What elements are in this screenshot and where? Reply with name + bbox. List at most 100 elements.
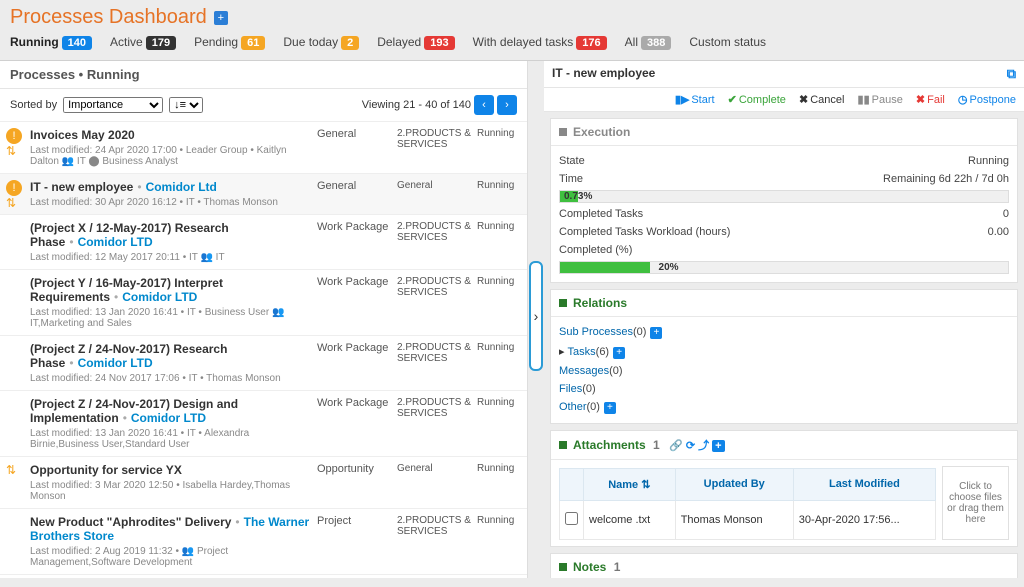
process-row[interactable]: New Product "Aphrodites" Delivery•The Wa… xyxy=(0,509,527,575)
processes-list-panel: Processes • Running Sorted by Importance… xyxy=(0,61,528,578)
add-dashboard-icon[interactable]: + xyxy=(214,11,228,25)
attach-checkbox-header[interactable] xyxy=(560,469,584,501)
add-icon[interactable]: + xyxy=(613,347,625,359)
attachment-name: welcome .txt xyxy=(584,500,676,539)
time-value: Remaining 6d 22h / 7d 0h xyxy=(883,173,1009,185)
relation-other[interactable]: Other(0)+ xyxy=(559,398,1009,417)
col-name[interactable]: Name ⇅ xyxy=(584,469,676,501)
postpone-button[interactable]: ◷Postpone xyxy=(958,93,1016,106)
detail-title: IT - new employee xyxy=(552,66,655,82)
cancel-button[interactable]: ✖Cancel xyxy=(799,93,844,106)
col-last-modified[interactable]: Last Modified xyxy=(793,469,935,501)
process-row[interactable]: !⇅IT - new employee•Comidor LtdLast modi… xyxy=(0,174,527,215)
priority-icon: ! xyxy=(6,180,22,196)
attachments-heading: Attachments xyxy=(573,438,646,452)
tab-running[interactable]: Running140 xyxy=(10,35,92,50)
row-meta: Last modified: 2 Aug 2019 11:32 • 👥 Proj… xyxy=(30,546,317,568)
process-row[interactable]: (Project Y / 16-May-2017) Interpret Requ… xyxy=(0,270,527,336)
completed-pct-bar: 20% xyxy=(559,261,1009,274)
tab-pending[interactable]: Pending61 xyxy=(194,35,265,50)
row-category: General xyxy=(397,463,477,502)
org-link[interactable]: Comidor Ltd xyxy=(146,180,217,194)
attachments-section: Attachments 1 🔗 ⟳ ⤴ + Name ⇅ Updated By … xyxy=(550,430,1018,547)
process-row[interactable]: (Project X / 12-May-2017) Research Phase… xyxy=(0,215,527,270)
attachments-count: 1 xyxy=(653,438,660,452)
relation-tasks[interactable]: ▸Tasks(6)+ xyxy=(559,342,1009,362)
tab-delayed[interactable]: Delayed193 xyxy=(377,35,454,50)
sort-direction-select[interactable]: ↓≡ xyxy=(169,97,203,113)
fail-button[interactable]: ✖Fail xyxy=(916,93,945,106)
time-label: Time xyxy=(559,173,583,185)
org-link[interactable]: Comidor LTD xyxy=(131,411,206,425)
row-type: Opportunity xyxy=(317,463,397,502)
list-title: Processes • Running xyxy=(0,61,527,89)
popout-icon[interactable]: ⧉ xyxy=(1007,66,1016,82)
upload-icon[interactable]: ⤴ xyxy=(698,440,709,452)
process-row[interactable]: (Project Z / 24-Nov-2017) Research Phase… xyxy=(0,336,527,391)
state-value: Running xyxy=(968,155,1009,167)
time-progress-bar: 0.73% xyxy=(559,190,1009,203)
detail-actions: ▮▶Start ✔Complete ✖Cancel ▮▮Pause ✖Fail … xyxy=(544,88,1024,112)
attachment-checkbox[interactable] xyxy=(565,512,578,525)
completed-workload-label: Completed Tasks Workload (hours) xyxy=(559,226,730,238)
process-row[interactable]: ⇅Opportunity for service YXLast modified… xyxy=(0,457,527,509)
row-state: Running xyxy=(477,128,519,167)
row-meta: Last modified: 13 Jan 2020 16:41 • IT • … xyxy=(30,428,317,450)
refresh-icon[interactable]: ⟳ xyxy=(686,440,695,452)
org-link[interactable]: Comidor LTD xyxy=(78,235,153,249)
tab-custom-status[interactable]: Custom status xyxy=(689,35,766,49)
row-state: Running xyxy=(477,180,519,208)
row-category: 2.PRODUCTS & SERVICES xyxy=(397,515,477,568)
priority-icon: ! xyxy=(6,128,22,144)
detail-panel: IT - new employee ⧉ ▮▶Start ✔Complete ✖C… xyxy=(544,61,1024,578)
tab-with-delayed-tasks[interactable]: With delayed tasks176 xyxy=(473,35,607,50)
add-icon[interactable]: + xyxy=(650,327,662,339)
row-meta: Last modified: 12 May 2017 20:11 • IT 👥 … xyxy=(30,252,317,263)
org-link[interactable]: Comidor LTD xyxy=(78,356,153,370)
relation-messages[interactable]: Messages(0) xyxy=(559,362,1009,380)
row-category: 2.PRODUCTS & SERVICES xyxy=(397,342,477,384)
row-type: Work Package xyxy=(317,342,397,384)
complete-button[interactable]: ✔Complete xyxy=(728,93,786,106)
process-row[interactable]: Training on GDPR•Comidor LTDLast modifie… xyxy=(0,575,527,578)
add-icon[interactable]: + xyxy=(604,402,616,414)
add-attachment-icon[interactable]: + xyxy=(712,440,724,452)
row-state: Running xyxy=(477,342,519,384)
relation-files[interactable]: Files(0) xyxy=(559,380,1009,398)
tab-active[interactable]: Active179 xyxy=(110,35,176,50)
sort-field-select[interactable]: Importance xyxy=(63,97,163,113)
splitter[interactable]: › xyxy=(528,61,544,578)
link-icon[interactable]: 🔗 xyxy=(669,440,683,452)
sort-icon[interactable]: ⇅ xyxy=(6,463,16,477)
row-type: Work Package xyxy=(317,221,397,263)
attachment-row[interactable]: welcome .txt Thomas Monson 30-Apr-2020 1… xyxy=(560,500,936,539)
tab-all[interactable]: All388 xyxy=(625,35,672,50)
state-label: State xyxy=(559,155,585,167)
row-state: Running xyxy=(477,397,519,450)
sort-icon[interactable]: ⇅ xyxy=(6,144,16,158)
relation-sub-processes[interactable]: Sub Processes(0)+ xyxy=(559,323,1009,342)
status-tabs: Running140 Active179 Pending61 Due today2 De… xyxy=(0,31,1024,61)
row-category: 2.PRODUCTS & SERVICES xyxy=(397,276,477,329)
sort-icon[interactable]: ⇅ xyxy=(6,196,16,210)
row-meta: Last modified: 13 Jan 2020 16:41 • IT • … xyxy=(30,307,317,329)
tab-due-today[interactable]: Due today2 xyxy=(283,35,359,50)
next-page-button[interactable]: › xyxy=(497,95,517,115)
notes-heading: Notes xyxy=(573,560,606,574)
process-row[interactable]: (Project Z / 24-Nov-2017) Design and Imp… xyxy=(0,391,527,457)
col-updated-by[interactable]: Updated By xyxy=(675,469,793,501)
start-button[interactable]: ▮▶Start xyxy=(675,93,715,106)
prev-page-button[interactable]: ‹ xyxy=(474,95,494,115)
row-type: General xyxy=(317,128,397,167)
process-row[interactable]: !⇅Invoices May 2020Last modified: 24 Apr… xyxy=(0,122,527,174)
row-category: 2.PRODUCTS & SERVICES xyxy=(397,397,477,450)
row-state: Running xyxy=(477,515,519,568)
notes-section: Notes 1 xyxy=(550,553,1018,578)
pause-button[interactable]: ▮▮Pause xyxy=(858,93,903,106)
splitter-handle[interactable]: › xyxy=(529,261,543,371)
execution-section: Execution StateRunning TimeRemaining 6d … xyxy=(550,118,1018,283)
attachment-dropzone[interactable]: Click to choose files or drag them here xyxy=(942,466,1009,540)
completed-tasks-value: 0 xyxy=(1003,208,1009,220)
page-header: Processes Dashboard + xyxy=(0,0,1024,31)
org-link[interactable]: Comidor LTD xyxy=(122,290,197,304)
